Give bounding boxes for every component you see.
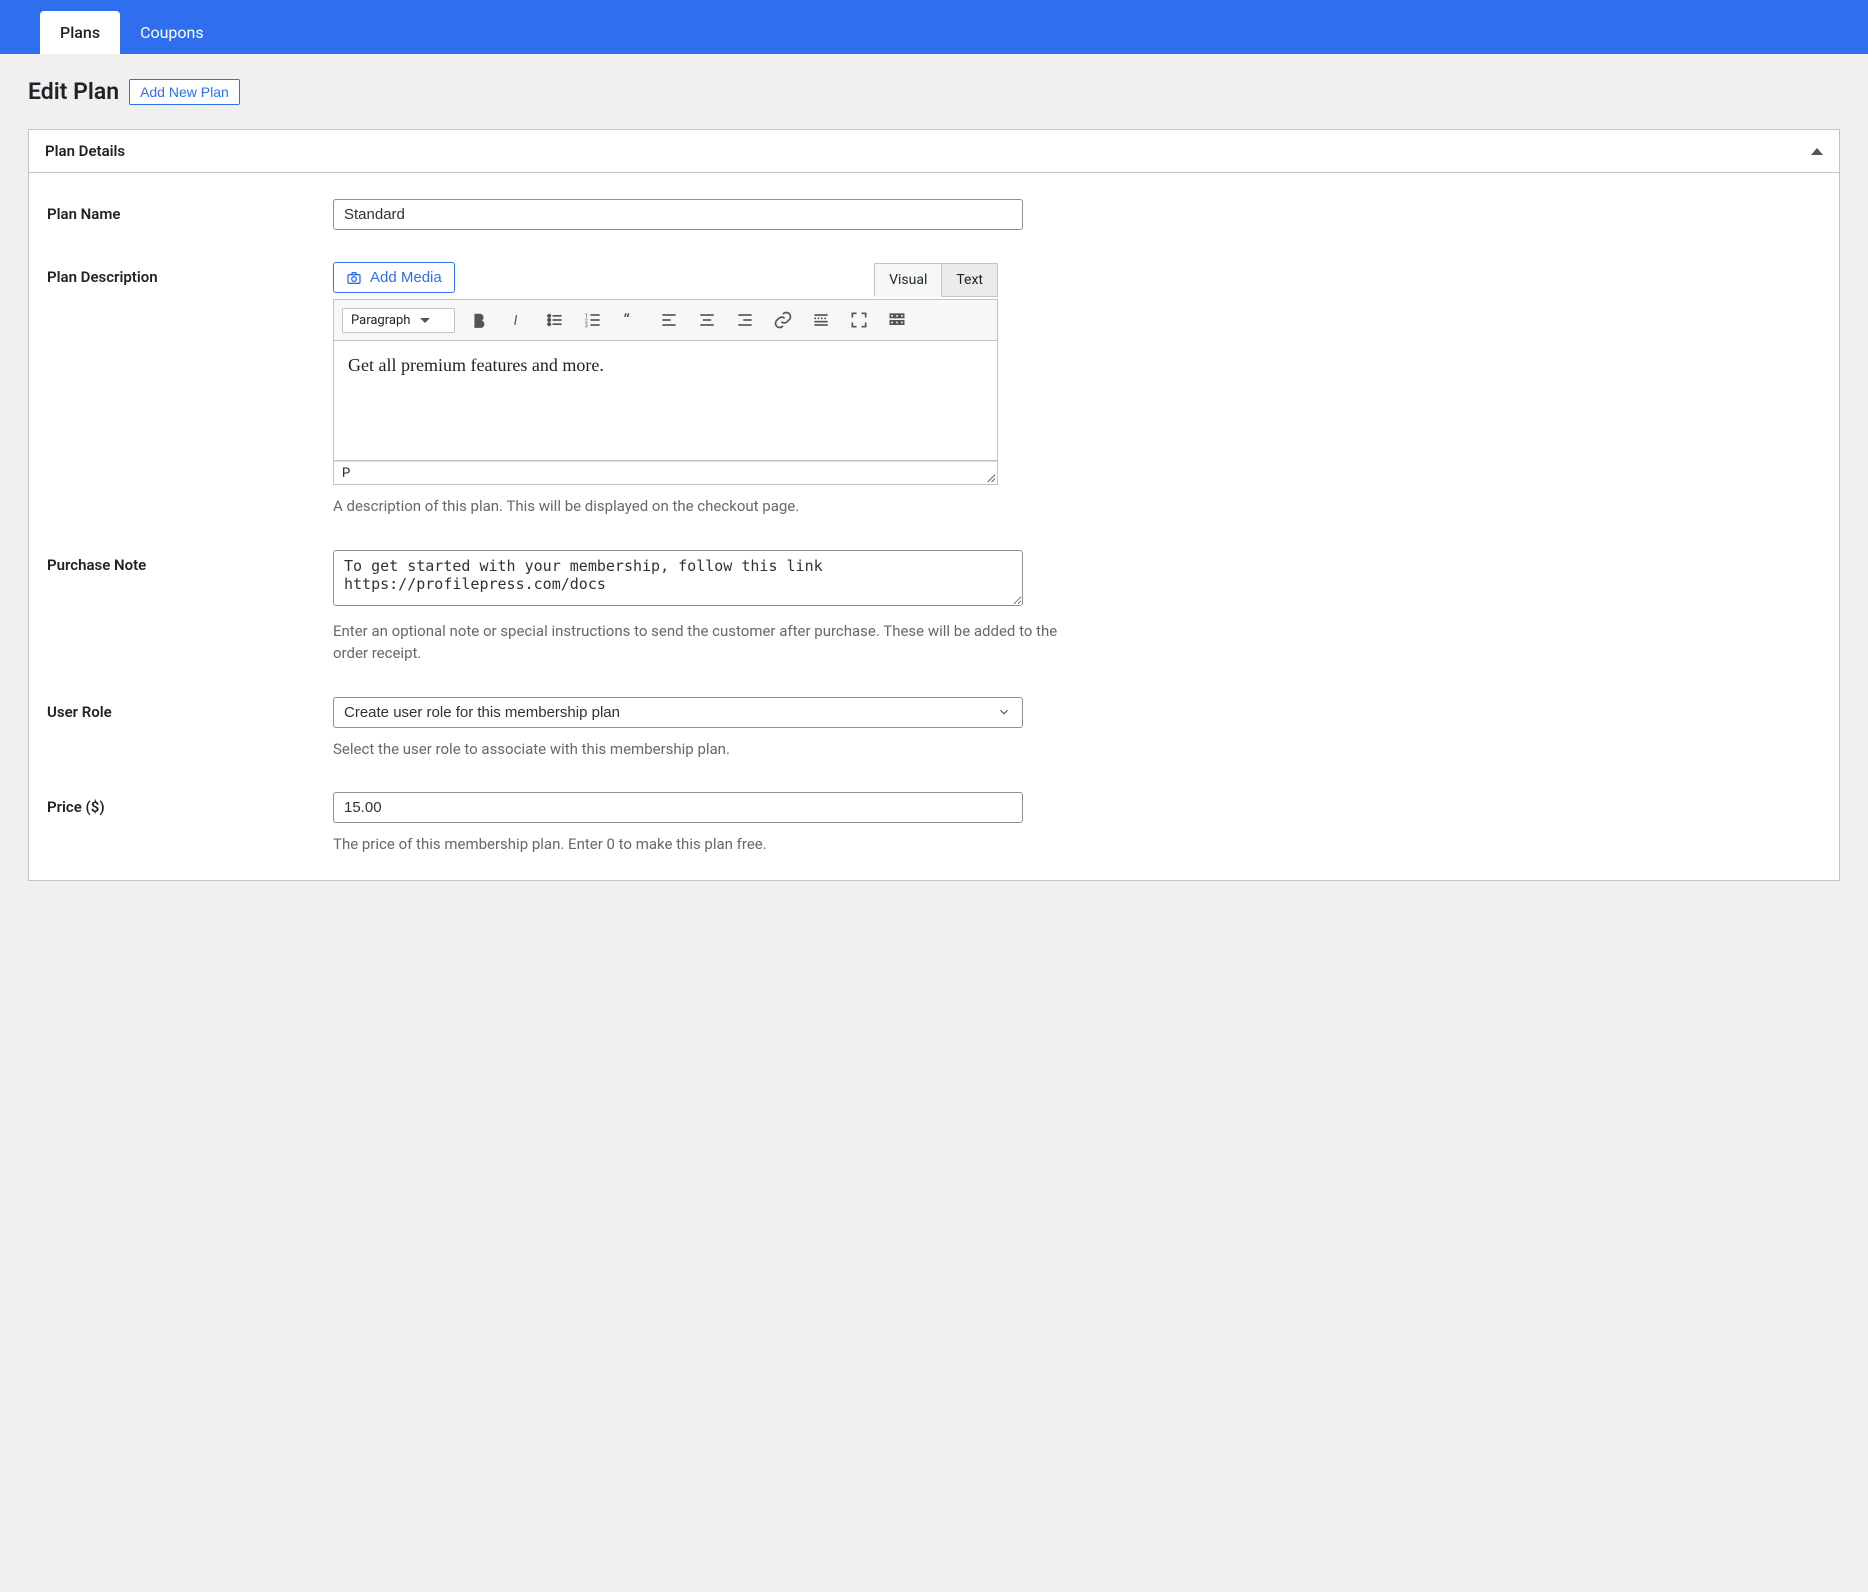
svg-text:I: I: [514, 313, 518, 329]
row-user-role: User Role Create user role for this memb…: [29, 665, 1839, 761]
user-role-helper: Select the user role to associate with t…: [333, 738, 1093, 761]
plan-name-input[interactable]: [333, 199, 1023, 230]
chevron-down-icon: [420, 318, 430, 323]
purchase-note-helper: Enter an optional note or special instru…: [333, 620, 1093, 665]
panel-collapse-icon[interactable]: [1811, 148, 1823, 155]
label-user-role: User Role: [47, 697, 317, 761]
panel-header[interactable]: Plan Details: [29, 130, 1839, 173]
editor-tab-text[interactable]: Text: [942, 263, 998, 297]
plan-description-helper: A description of this plan. This will be…: [333, 495, 1093, 518]
format-dropdown[interactable]: Paragraph: [342, 308, 455, 333]
align-right-button[interactable]: [731, 306, 759, 334]
panel-body: Plan Name Plan Description Add Media Vis…: [29, 173, 1839, 880]
align-center-button[interactable]: [693, 306, 721, 334]
svg-text:B: B: [474, 313, 483, 329]
svg-text:“: “: [624, 310, 630, 329]
label-price: Price ($): [47, 792, 317, 856]
page-header: Edit Plan Add New Plan: [0, 54, 1868, 117]
price-input[interactable]: [333, 792, 1023, 823]
bullet-list-button[interactable]: [541, 306, 569, 334]
panel-title: Plan Details: [45, 142, 125, 160]
add-media-button[interactable]: Add Media: [333, 262, 455, 293]
label-purchase-note: Purchase Note: [47, 550, 317, 665]
label-plan-description: Plan Description: [47, 262, 317, 518]
plan-details-panel: Plan Details Plan Name Plan Description …: [28, 129, 1840, 881]
purchase-note-textarea[interactable]: [333, 550, 1023, 606]
editor-toolbar: Paragraph B I 123 “: [333, 299, 998, 341]
blockquote-button[interactable]: “: [617, 306, 645, 334]
add-new-plan-button[interactable]: Add New Plan: [129, 79, 240, 105]
row-purchase-note: Purchase Note Enter an optional note or …: [29, 518, 1839, 665]
align-left-button[interactable]: [655, 306, 683, 334]
editor-mode-tabs: Visual Text: [874, 263, 998, 297]
editor-content-area[interactable]: Get all premium features and more.: [333, 341, 998, 461]
row-price: Price ($) The price of this membership p…: [29, 760, 1839, 856]
tab-coupons[interactable]: Coupons: [120, 11, 224, 54]
top-nav-bar: Plans Coupons: [0, 0, 1868, 54]
svg-text:3: 3: [585, 324, 588, 330]
row-plan-name: Plan Name: [29, 181, 1839, 230]
editor-tab-visual[interactable]: Visual: [874, 263, 942, 297]
editor-status-bar: P: [333, 461, 998, 485]
add-media-label: Add Media: [370, 269, 442, 286]
insert-more-button[interactable]: [807, 306, 835, 334]
link-button[interactable]: [769, 306, 797, 334]
label-plan-name: Plan Name: [47, 199, 317, 230]
fullscreen-button[interactable]: [845, 306, 873, 334]
rich-text-editor: Visual Text Paragraph B I 123 “: [333, 299, 998, 485]
italic-button[interactable]: I: [503, 306, 531, 334]
bold-button[interactable]: B: [465, 306, 493, 334]
format-dropdown-label: Paragraph: [351, 313, 410, 328]
page-title: Edit Plan: [28, 78, 119, 105]
price-helper: The price of this membership plan. Enter…: [333, 833, 1093, 856]
camera-icon: [346, 270, 362, 286]
row-plan-description: Plan Description Add Media Visual Text P…: [29, 230, 1839, 518]
toolbar-toggle-button[interactable]: [883, 306, 911, 334]
editor-element-path: P: [342, 466, 350, 481]
user-role-select[interactable]: Create user role for this membership pla…: [333, 697, 1023, 728]
numbered-list-button[interactable]: 123: [579, 306, 607, 334]
tab-plans[interactable]: Plans: [40, 11, 120, 54]
resize-handle-icon[interactable]: [985, 472, 995, 482]
